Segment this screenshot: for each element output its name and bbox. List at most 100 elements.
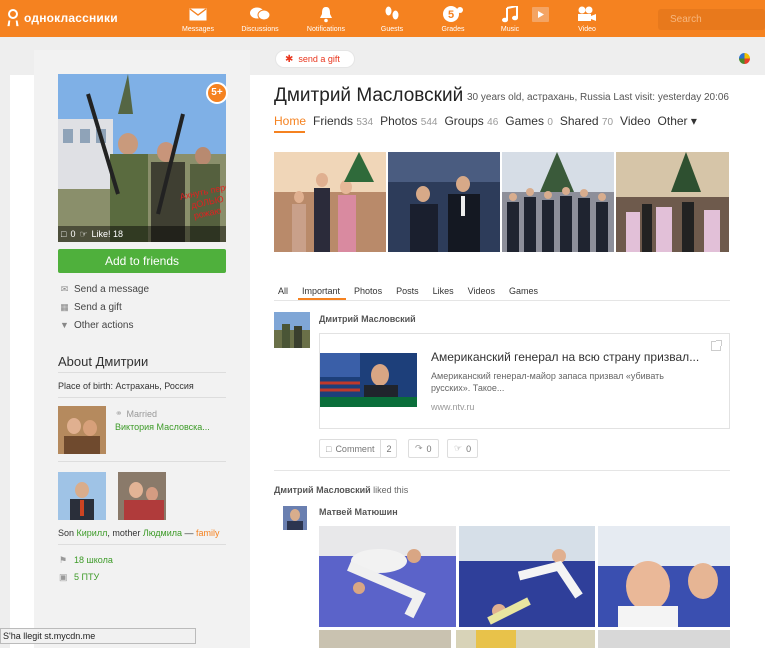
family-tag[interactable]: family: [196, 528, 220, 538]
link-description: Американский генерал-майор запаса призва…: [431, 371, 664, 393]
send-message-action[interactable]: ✉ Send a message: [59, 282, 149, 296]
feed-tab-photos[interactable]: Photos: [354, 286, 382, 296]
mother-link[interactable]: Людмила: [143, 528, 182, 538]
photo-thumbnail[interactable]: [616, 152, 729, 252]
profile-photo[interactable]: Ахнуть перед дОЛЬЮ рожаю: [58, 74, 226, 242]
comment-button[interactable]: □ Comment 2: [319, 439, 398, 458]
nav-label: Video: [578, 26, 596, 33]
nav-notifications[interactable]: Notifications: [296, 4, 356, 33]
photo-thumbnail[interactable]: [319, 526, 456, 627]
tab-other[interactable]: Other ▾: [658, 114, 697, 130]
divider: [58, 544, 226, 545]
tab-shared[interactable]: Shared 70: [560, 114, 613, 130]
feed-tab-games[interactable]: Games: [509, 286, 538, 296]
photo-thumbnail[interactable]: [598, 526, 730, 627]
nav-discussions[interactable]: Discussions: [230, 4, 290, 33]
tab-video[interactable]: Video: [620, 114, 650, 130]
tab-games[interactable]: Games 0: [505, 114, 553, 130]
feed-tab-posts[interactable]: Posts: [396, 286, 419, 296]
photo-thumbnail[interactable]: [456, 630, 595, 648]
nav-label: Guests: [380, 26, 404, 33]
photo-like-count[interactable]: Like! 18: [92, 229, 124, 239]
tab-label: Other ▾: [657, 114, 697, 128]
photo-thumbnail[interactable]: [319, 630, 451, 648]
video-camera-icon: [557, 4, 617, 24]
tab-count: 0: [547, 117, 553, 128]
envelope-icon: [168, 4, 228, 24]
send-gift-action[interactable]: ▦ Send a gift: [59, 300, 122, 314]
family-relations: Son Кирилл, mother Людмила — family: [58, 528, 220, 538]
family-prefix: Son: [58, 528, 77, 538]
star-icon: ✱: [285, 53, 294, 65]
feed-tab-videos[interactable]: Videos: [468, 286, 495, 296]
other-actions[interactable]: ▼ Other actions: [59, 318, 133, 332]
nav-video[interactable]: Video: [557, 4, 617, 33]
school-item[interactable]: ▣ 5 ПТУ: [59, 571, 99, 583]
profile-meta: 30 years old, астрахань, Russia Last vis…: [467, 92, 729, 103]
link-title[interactable]: Американский генерал на всю страну призв…: [431, 350, 699, 364]
search-box[interactable]: [658, 9, 765, 30]
post-author-name[interactable]: Дмитрий Масловский: [319, 314, 416, 324]
age-rating-badge: 5+: [206, 82, 228, 104]
photo-thumbnail[interactable]: [388, 152, 500, 252]
external-link-icon[interactable]: [711, 340, 722, 351]
tab-groups[interactable]: Groups 46: [444, 114, 498, 130]
language-globe-icon[interactable]: [739, 53, 750, 64]
tab-label: Friends: [313, 114, 354, 128]
tab-home[interactable]: Home: [274, 114, 306, 130]
about-heading: About Дмитрии: [58, 354, 149, 369]
share-arrow-icon: ↷: [415, 443, 423, 453]
nav-messages[interactable]: Messages: [168, 4, 228, 33]
tab-label: Games: [505, 114, 544, 128]
feed-tab-likes[interactable]: Likes: [433, 286, 454, 296]
photo-thumbnail[interactable]: [502, 152, 614, 252]
school-item[interactable]: ⚑ 18 школа: [59, 554, 113, 566]
tab-label: Groups: [444, 114, 484, 128]
feed-tab-all[interactable]: All: [278, 286, 288, 296]
comment-icon: □: [61, 229, 67, 239]
action-label: Other actions: [74, 319, 134, 331]
chat-bubbles-icon: [230, 4, 290, 24]
shared-link-card[interactable]: Американский генерал на всю страну призв…: [319, 333, 730, 429]
activity-actor[interactable]: Дмитрий Масловский: [274, 485, 371, 495]
photo-comment-count[interactable]: 0: [70, 229, 75, 239]
son-photo[interactable]: [58, 472, 106, 520]
profile-name: Дмитрий Масловский: [274, 85, 464, 106]
tab-friends[interactable]: Friends 534: [313, 114, 373, 130]
married-status: ⚭ Married: [115, 408, 157, 419]
tab-label: Shared: [559, 114, 599, 128]
divider: [58, 397, 226, 398]
feed-tab-important[interactable]: Important: [302, 286, 340, 296]
photo-thumbnail[interactable]: [459, 526, 595, 627]
post-author-name[interactable]: Матвей Матюшин: [319, 507, 398, 517]
nav-grades[interactable]: 5 Grades: [423, 4, 483, 33]
tab-count: 70: [601, 117, 614, 128]
divider: [58, 461, 226, 462]
thumbs-up-icon: ☞: [454, 443, 463, 453]
bell-icon: [296, 4, 356, 24]
share-button[interactable]: ↷ 0: [408, 439, 439, 458]
place-of-birth: Place of birth: Астрахань, Россия: [58, 381, 194, 391]
photo-thumbnail[interactable]: [598, 630, 730, 648]
tab-photos[interactable]: Photos 544: [380, 114, 437, 130]
spouse-name-link[interactable]: Виктория Масловска...: [115, 422, 210, 432]
mother-photo[interactable]: [118, 472, 166, 520]
comment-label: Comment: [335, 443, 375, 454]
like-button[interactable]: ☞ 0: [447, 439, 479, 458]
post-author-avatar[interactable]: [274, 312, 310, 348]
nav-label: Music: [500, 26, 520, 33]
nav-guests[interactable]: Guests: [362, 4, 422, 33]
footprints-icon: [362, 4, 422, 24]
action-label: Send a message: [74, 283, 150, 295]
add-to-friends-button[interactable]: Add to friends: [58, 249, 226, 273]
photo-thumbnail[interactable]: [274, 152, 386, 252]
activity-line: Дмитрий Масловский liked this: [274, 485, 408, 495]
search-input[interactable]: [658, 9, 765, 30]
son-link[interactable]: Кирилл: [77, 528, 108, 538]
send-gift-button[interactable]: ✱ send a gift: [275, 50, 355, 68]
spouse-photo[interactable]: [58, 406, 106, 454]
browser-status-bar: S'ha llegit st.mycdn.me: [0, 628, 196, 644]
tab-count: 46: [487, 117, 499, 128]
comment-icon: □: [326, 443, 332, 454]
post-author-avatar[interactable]: [283, 506, 307, 530]
